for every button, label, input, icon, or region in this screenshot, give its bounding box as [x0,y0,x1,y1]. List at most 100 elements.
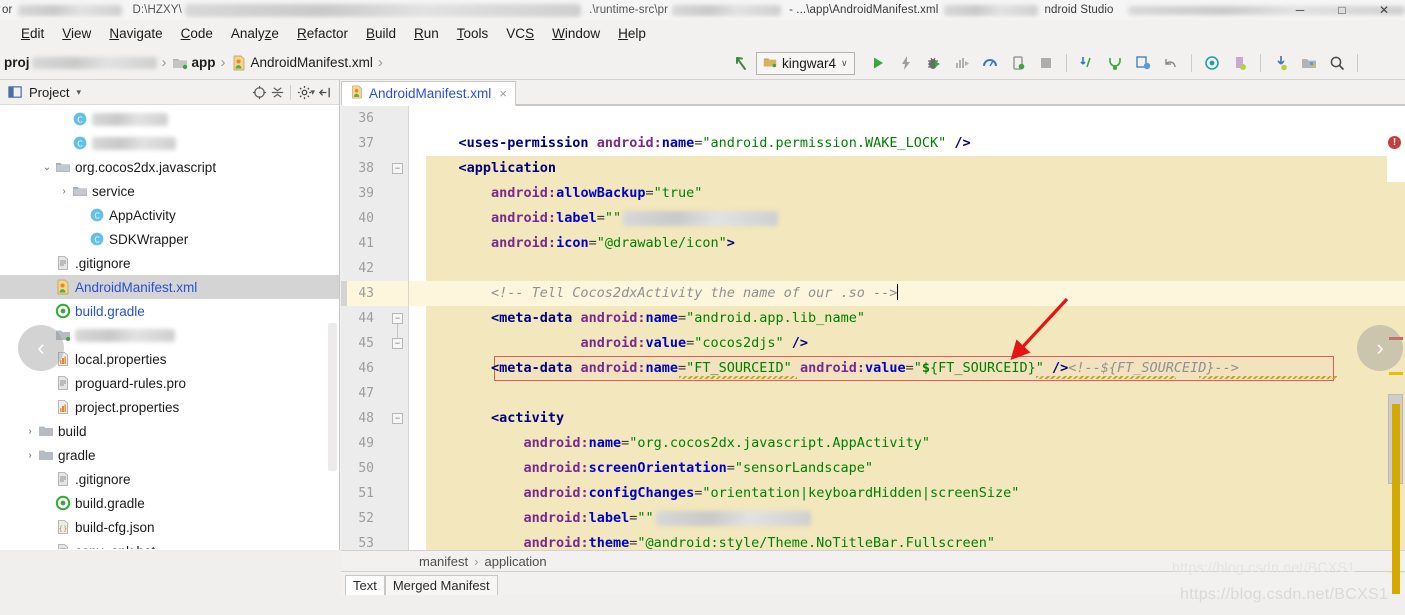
tree-item--gitignore[interactable]: .gitignore [0,467,339,491]
menu-edit[interactable]: Edit [12,23,53,44]
expand-toggle-icon[interactable]: › [23,426,37,437]
line-number-42[interactable]: 42 [341,256,408,281]
menu-vcs[interactable]: VCS [497,23,543,44]
breadcrumb-file[interactable]: AndroidManifest.xml › [231,54,388,71]
error-badge[interactable]: ! [1388,136,1401,149]
fold-toggle-44[interactable]: − [392,313,403,324]
avd-manager-icon[interactable] [1199,50,1225,76]
breadcrumb-application[interactable]: application [484,554,546,569]
sdk-manager-icon[interactable] [1227,50,1253,76]
nav-prev-button[interactable]: ‹ [18,325,64,371]
device-icon[interactable] [1005,50,1031,76]
tree-item-copy-apk-bat[interactable]: copy_apk.bat [0,539,339,549]
vcs-branch-icon[interactable] [1102,50,1128,76]
tree-item-build[interactable]: › build [0,419,339,443]
line-number-52[interactable]: 52 [341,506,408,531]
back-arrow-icon[interactable] [728,50,754,76]
menu-refactor[interactable]: Refactor [288,23,357,44]
tree-item-build-cfg-json[interactable]: {} build-cfg.json [0,515,339,539]
run-icon[interactable] [865,50,891,76]
menu-run[interactable]: Run [405,23,448,44]
code-line-39[interactable]: android:allowBackup="true" [409,181,1405,206]
code-line-47[interactable] [409,381,1405,406]
stop-icon[interactable] [1033,50,1059,76]
tree-item-sdkwrapper[interactable]: C SDKWrapper [0,227,339,251]
line-number-gutter[interactable]: 36 37 38−39 40 41 42 43 44−45−46 47 48−49 50 51 52 53 [341,106,409,551]
fold-toggle-48[interactable]: − [392,413,403,424]
menu-help[interactable]: Help [609,23,655,44]
breadcrumb-module[interactable]: app › [172,54,231,71]
line-number-40[interactable]: 40 [341,206,408,231]
menu-view[interactable]: View [53,23,100,44]
menu-navigate[interactable]: Navigate [100,23,171,44]
line-number-43[interactable]: 43 [341,281,408,306]
marker-warning-1[interactable] [1389,372,1403,375]
line-number-41[interactable]: 41 [341,231,408,256]
menu-code[interactable]: Code [172,23,222,44]
apply-changes-icon[interactable] [893,50,919,76]
update-project-icon[interactable] [1074,50,1100,76]
menu-tools[interactable]: Tools [448,23,498,44]
code-line-38[interactable]: <application [409,156,1405,181]
code-line-40[interactable]: android:label="" [409,206,1405,231]
tree-item-appactivity[interactable]: C AppActivity [0,203,339,227]
code-line-43[interactable]: <!-- Tell Cocos2dxActivity the name of o… [409,281,1405,306]
code-line-44[interactable]: <meta-data android:name="android.app.lib… [409,306,1405,331]
line-number-51[interactable]: 51 [341,481,408,506]
line-number-49[interactable]: 49 [341,431,408,456]
breadcrumb-manifest[interactable]: manifest [419,554,468,569]
tree-item-project-properties[interactable]: project.properties [0,395,339,419]
sync-gradle-icon[interactable] [1268,50,1294,76]
maximize-icon[interactable]: □ [1321,0,1363,20]
tree-item-build-gradle[interactable]: build.gradle [0,491,339,515]
code-line-49[interactable]: android:name="org.cocos2dx.javascript.Ap… [409,431,1405,456]
project-tree-scrollbar[interactable] [328,323,337,471]
commit-icon[interactable] [1130,50,1156,76]
tree-item-androidmanifest-xml[interactable]: AndroidManifest.xml [0,275,339,299]
fold-toggle-38[interactable]: − [392,163,403,174]
nav-next-button[interactable]: › [1357,325,1403,371]
tab-text[interactable]: Text [345,575,385,595]
code-line-53[interactable]: android:theme="@android:style/Theme.NoTi… [409,531,1405,550]
menu-window[interactable]: Window [543,23,609,44]
breadcrumb-project[interactable]: proj › [4,54,172,71]
expand-toggle-icon[interactable]: › [23,450,37,461]
expand-toggle-icon[interactable]: › [57,186,71,197]
line-number-39[interactable]: 39 [341,181,408,206]
debug-icon[interactable] [921,50,947,76]
code-line-45[interactable]: android:value="cocos2djs" /> [409,331,1405,356]
fold-toggle-45[interactable]: − [392,338,403,349]
tab-merged-manifest[interactable]: Merged Manifest [384,575,498,595]
code-line-36[interactable] [409,106,1405,131]
undo-icon[interactable] [1158,50,1184,76]
code-line-37[interactable]: <uses-permission android:name="android.p… [409,131,1405,156]
chevron-down-icon[interactable]: ▾ [76,87,81,98]
tree-item-org-cocos2dx-javascript[interactable]: ⌄ org.cocos2dx.javascript [0,155,339,179]
tree-item-gradle[interactable]: › gradle [0,443,339,467]
tree-item-build-gradle[interactable]: build.gradle [0,299,339,323]
code-text[interactable]: <uses-permission android:name="android.p… [409,106,1405,550]
code-line-48[interactable]: <activity [409,406,1405,431]
code-line-50[interactable]: android:screenOrientation="sensorLandsca… [409,456,1405,481]
tree-item-blurred[interactable]: C [0,107,339,131]
target-icon[interactable] [250,83,268,101]
code-editor[interactable]: 36 37 38−39 40 41 42 43 44−45−46 47 48−49 50 51 52 53… [341,106,1405,594]
minimize-icon[interactable]: ─ [1279,0,1321,20]
line-number-46[interactable]: 46 [341,356,408,381]
close-icon[interactable]: × [499,86,507,101]
code-line-41[interactable]: android:icon="@drawable/icon"> [409,231,1405,256]
search-icon[interactable] [1324,50,1350,76]
collapse-all-icon[interactable] [268,83,286,101]
line-number-47[interactable]: 47 [341,381,408,406]
tree-item-service[interactable]: › service [0,179,339,203]
line-number-37[interactable]: 37 [341,131,408,156]
close-icon[interactable]: ✕ [1363,0,1405,20]
tree-item--gitignore[interactable]: .gitignore [0,251,339,275]
menu-analyze[interactable]: Analyze [222,23,288,44]
expand-toggle-icon[interactable]: ⌄ [40,162,54,173]
hide-icon[interactable] [315,83,333,101]
run-configuration-selector[interactable]: kingwar4 ∨ [756,51,855,75]
tree-item-proguard-rules-pro[interactable]: proguard-rules.pro [0,371,339,395]
tree-item-blurred[interactable]: C [0,131,339,155]
code-line-51[interactable]: android:configChanges="orientation|keybo… [409,481,1405,506]
